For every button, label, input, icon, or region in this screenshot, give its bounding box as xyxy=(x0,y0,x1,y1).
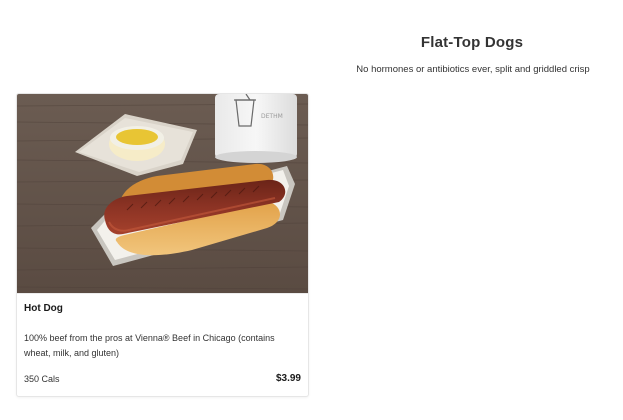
section-title: Flat-Top Dogs xyxy=(420,34,524,51)
item-description: 100% beef from the pros at Vienna® Beef … xyxy=(24,333,275,358)
hot-dog-photo: DETHM xyxy=(17,94,308,294)
menu-page: Flat-Top Dogs No hormones or antibiotics… xyxy=(0,0,623,420)
item-name: Hot Dog xyxy=(24,303,63,314)
item-price: $3.99 xyxy=(275,373,301,384)
menu-item-card[interactable]: DETHM Hot Dog 100% beef from the pros at xyxy=(16,93,309,397)
section-subtitle: No hormones or antibiotics ever, split a… xyxy=(356,64,590,75)
svg-text:DETHM: DETHM xyxy=(261,113,283,120)
item-calories: 350 Cals xyxy=(24,374,60,384)
